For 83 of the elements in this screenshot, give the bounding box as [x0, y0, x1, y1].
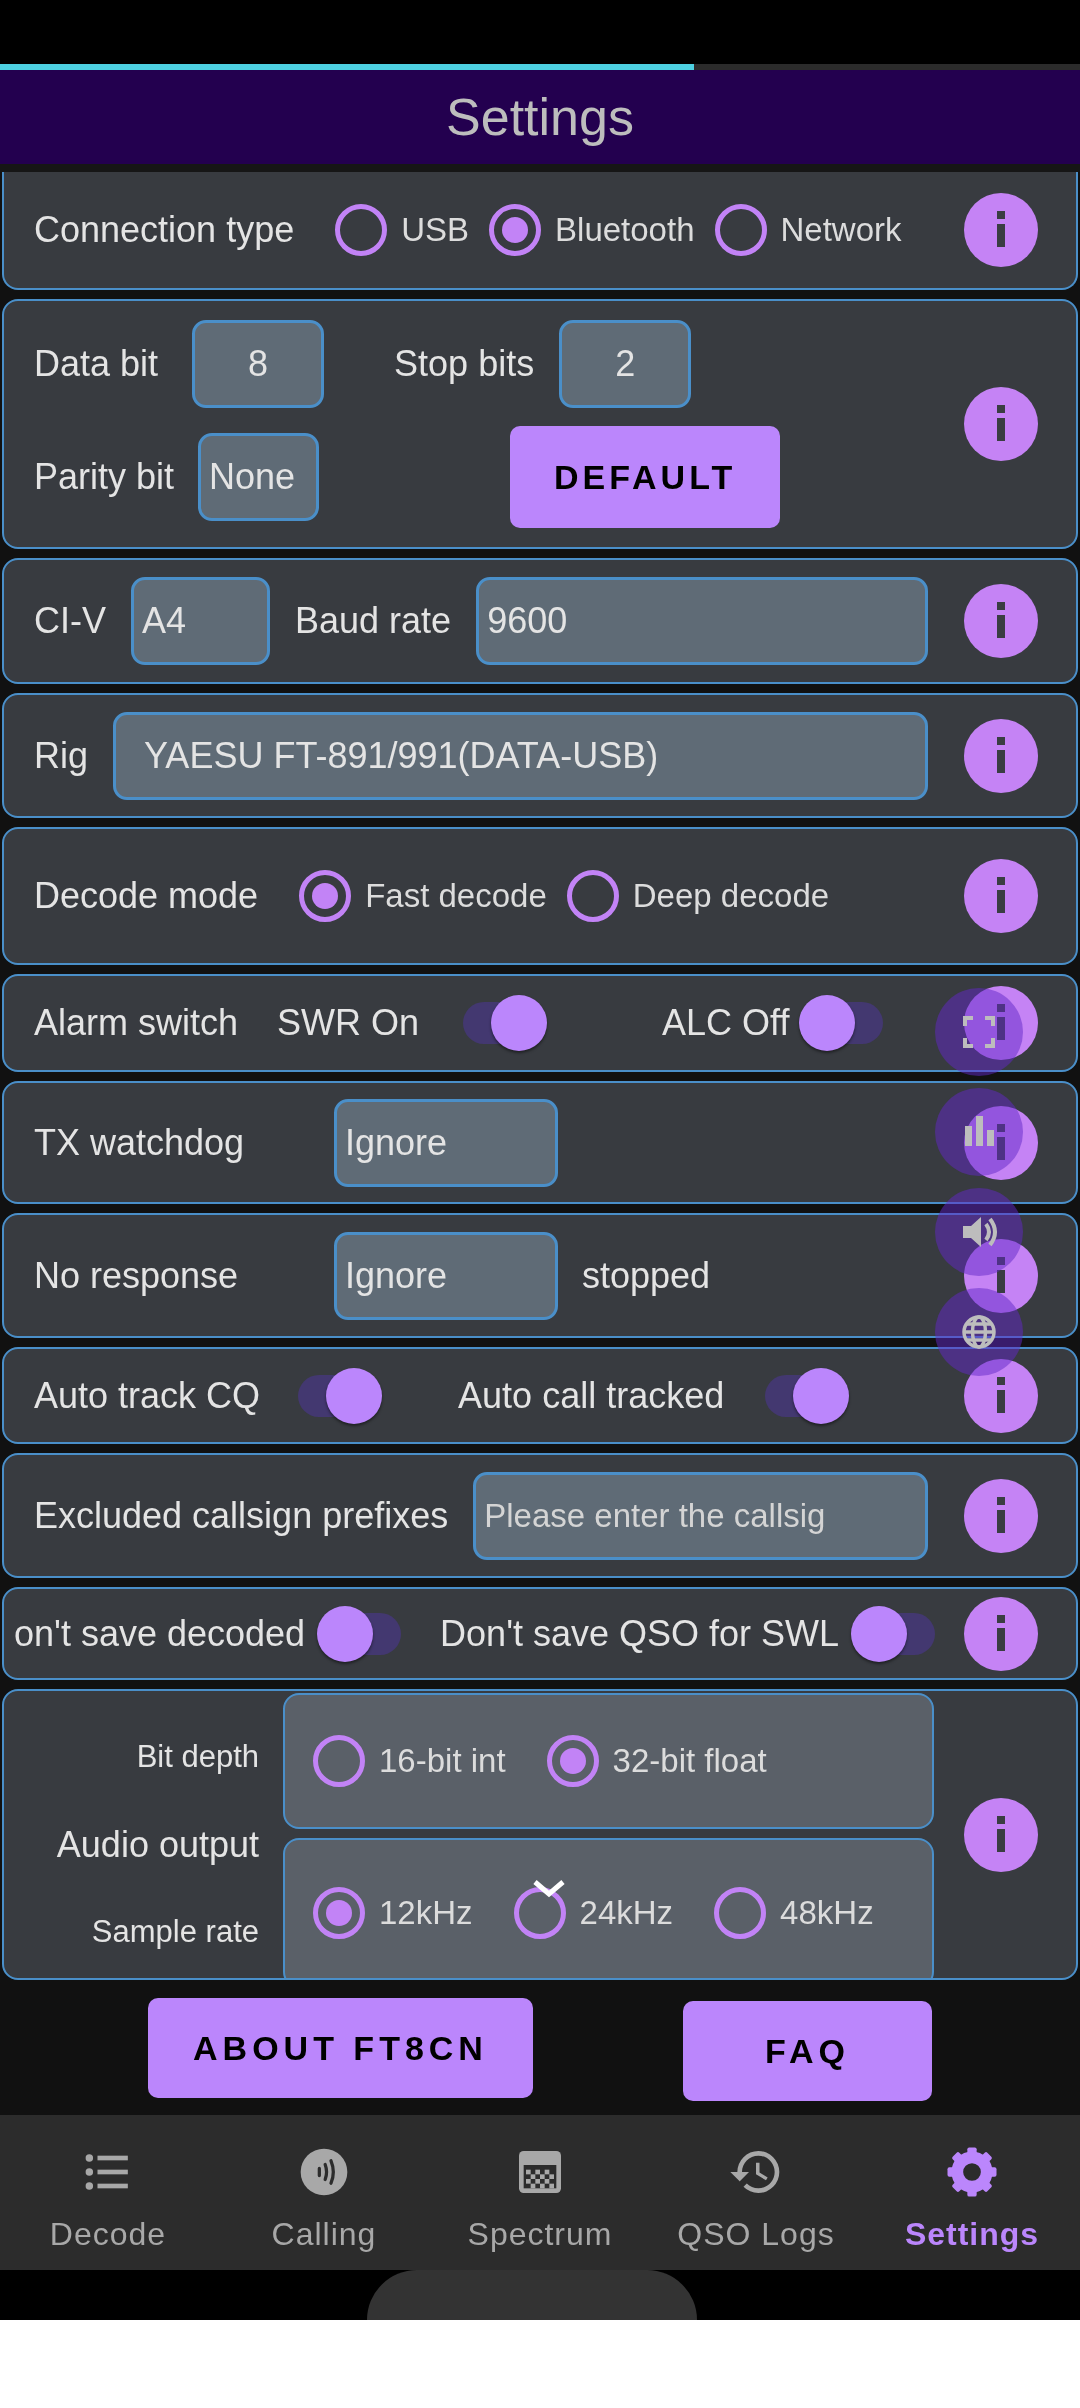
info-button[interactable] [964, 859, 1038, 933]
info-button[interactable] [964, 1358, 1038, 1433]
info-icon [964, 1238, 1038, 1313]
info-icon [964, 986, 1038, 1060]
info-button[interactable] [964, 718, 1038, 793]
setting-label: ALC Off [662, 1002, 790, 1044]
setting-label: Auto call tracked [458, 1374, 725, 1417]
radio-button[interactable] [313, 1887, 365, 1939]
setting-label: Sample rate [91, 1914, 259, 1950]
info-button[interactable] [964, 1797, 1038, 1872]
setting-label: No response [34, 1254, 240, 1297]
setting-label: Rig [34, 734, 89, 777]
radio-button[interactable] [513, 1887, 566, 1939]
radio-button[interactable] [714, 1887, 767, 1939]
option-label[interactable]: 24kHz [579, 1894, 674, 1932]
setting-label: Connection type [34, 209, 295, 251]
nav-tab[interactable]: Spectrum [432, 2115, 648, 2270]
setting-label: Parity bit [34, 456, 175, 498]
input-field[interactable]: Ignore [334, 1231, 558, 1320]
input-field[interactable]: A4 [131, 577, 270, 665]
option-label[interactable]: USB [401, 211, 470, 249]
nav-tab[interactable]: Decode [0, 2115, 216, 2270]
input-field[interactable]: Ignore [334, 1098, 558, 1187]
radio-button[interactable] [546, 1735, 599, 1787]
info-button[interactable] [964, 1596, 1038, 1671]
setting-label: Don't save QSO for SWL [440, 1612, 840, 1655]
info-button[interactable] [964, 1238, 1038, 1313]
setting-label: Audio output [56, 1823, 259, 1866]
option-label[interactable]: Bluetooth [555, 211, 695, 249]
info-icon [964, 584, 1038, 658]
radio-button[interactable] [335, 204, 388, 256]
setting-label: Auto track CQ [34, 1374, 261, 1417]
setting-label: stopped [582, 1254, 711, 1297]
setting-label: on't save decoded [14, 1612, 306, 1655]
option-label[interactable]: 16-bit int [379, 1742, 506, 1780]
info-icon [964, 1358, 1038, 1433]
info-icon [964, 718, 1038, 793]
option-label[interactable]: Deep decode [632, 877, 830, 915]
setting-label: SWR On [277, 1002, 420, 1044]
input-field[interactable]: 8 [192, 320, 325, 408]
option-label[interactable]: 32-bit float [612, 1742, 767, 1780]
info-icon [964, 1596, 1038, 1671]
setting-label: Data bit [34, 343, 159, 385]
nav-tab[interactable]: Settings [864, 2115, 1080, 2270]
input-field[interactable]: 2 [559, 320, 692, 408]
info-button[interactable] [964, 193, 1038, 267]
info-button[interactable] [964, 1478, 1038, 1553]
option-label[interactable]: Network [780, 211, 902, 249]
input-field[interactable]: Please enter the callsig [473, 1471, 928, 1560]
setting-label: TX watchdog [34, 1121, 246, 1164]
radio-button[interactable] [313, 1735, 365, 1787]
input-field[interactable]: None [198, 433, 320, 521]
setting-label: Decode mode [34, 875, 259, 917]
nav-tab[interactable]: QSO Logs [648, 2115, 864, 2270]
nav-tab[interactable]: Calling [216, 2115, 432, 2270]
setting-label: Stop bits [394, 343, 535, 385]
info-button[interactable] [964, 584, 1038, 658]
info-icon [964, 1478, 1038, 1553]
radio-button[interactable] [714, 204, 767, 256]
option-label[interactable]: Fast decode [365, 877, 547, 915]
action-button[interactable]: ABOUT FT8CN [148, 1998, 533, 2098]
radio-button[interactable] [489, 204, 542, 256]
input-field[interactable]: 9600 [476, 577, 928, 665]
action-button[interactable]: FAQ [683, 2001, 932, 2101]
option-label[interactable]: 48kHz [780, 1894, 874, 1932]
info-icon [964, 193, 1038, 267]
input-field[interactable]: YAESU FT-891/991(DATA-USB) [113, 711, 928, 800]
setting-label: Baud rate [295, 600, 452, 642]
option-label[interactable]: 12kHz [379, 1894, 473, 1932]
info-button[interactable] [964, 387, 1038, 461]
radio-button[interactable] [566, 870, 619, 922]
radio-button[interactable] [299, 870, 352, 922]
setting-label: Bit depth [136, 1739, 259, 1775]
setting-label: CI-V [34, 600, 106, 642]
chevron-icon [531, 1878, 567, 1898]
info-button[interactable] [964, 986, 1038, 1060]
setting-label: Alarm switch [34, 1002, 239, 1044]
info-icon [964, 859, 1038, 933]
info-icon [964, 387, 1038, 461]
page-title: Settings [446, 87, 634, 147]
setting-label: Excluded callsign prefixes [34, 1494, 449, 1537]
default-button[interactable]: DEFAULT [510, 426, 781, 528]
info-icon [964, 1797, 1038, 1872]
